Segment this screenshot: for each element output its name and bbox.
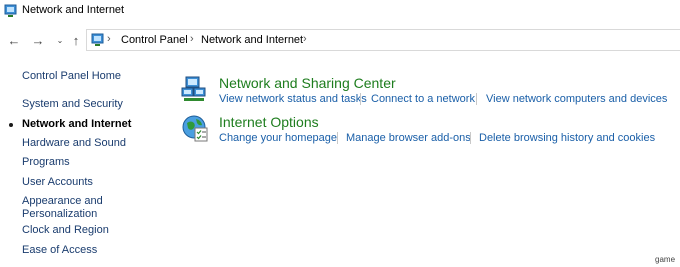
category-title-network-and-sharing-center[interactable]: Network and Sharing Center (219, 75, 396, 91)
back-button[interactable]: ← (6, 32, 22, 48)
link-change-your-homepage[interactable]: Change your homepage (219, 132, 337, 144)
sidebar-item-appearance-line1[interactable]: Appearance and (22, 195, 103, 208)
link-separator (360, 93, 361, 105)
link-separator (337, 132, 338, 144)
sidebar-item-programs[interactable]: Programs (22, 156, 70, 169)
recent-locations-button[interactable]: ⌄ (52, 32, 68, 48)
sidebar-item-hardware-and-sound[interactable]: Hardware and Sound (22, 137, 126, 150)
link-view-network-status[interactable]: View network status and tasks (219, 93, 367, 105)
breadcrumb-chevron-icon[interactable]: › (303, 33, 307, 45)
link-delete-browsing-history[interactable]: Delete browsing history and cookies (479, 132, 655, 144)
breadcrumb-control-panel[interactable]: Control Panel (121, 34, 188, 46)
sidebar-item-network-and-internet: Network and Internet (22, 118, 132, 130)
window-title: Network and Internet (22, 4, 125, 16)
sidebar: Control Panel Home System and Security N… (0, 66, 170, 266)
arrow-up-icon: ↑ (72, 32, 80, 48)
chevron-down-icon: ⌄ (56, 35, 64, 45)
sidebar-item-appearance-line2[interactable]: Personalization (22, 208, 97, 221)
sidebar-item-control-panel-home[interactable]: Control Panel Home (22, 70, 121, 83)
sidebar-item-clock-and-region[interactable]: Clock and Region (22, 224, 109, 237)
internet-options-icon[interactable] (181, 114, 211, 144)
breadcrumb-chevron-icon[interactable]: › (107, 33, 111, 45)
sidebar-item-system-and-security[interactable]: System and Security (22, 98, 123, 111)
link-connect-to-a-network[interactable]: Connect to a network (371, 93, 475, 105)
link-manage-browser-add-ons[interactable]: Manage browser add-ons (346, 132, 471, 144)
navigation-row: ← → ⌄ ↑ › Control Panel › Network and In… (0, 28, 680, 52)
link-view-network-computers[interactable]: View network computers and devices (486, 93, 667, 105)
up-button[interactable]: ↑ (68, 32, 84, 48)
watermark-text: game (655, 255, 676, 264)
address-bar[interactable]: › Control Panel › Network and Internet › (86, 29, 680, 51)
arrow-left-icon: ← (7, 32, 21, 48)
link-separator (476, 93, 477, 105)
sidebar-item-user-accounts[interactable]: User Accounts (22, 176, 93, 189)
breadcrumb-network-and-internet[interactable]: Network and Internet (201, 34, 303, 46)
control-panel-icon (91, 33, 104, 46)
breadcrumb-chevron-icon[interactable]: › (190, 33, 194, 45)
active-bullet-icon (9, 123, 13, 127)
arrow-right-icon: → (31, 32, 45, 48)
sidebar-item-ease-of-access[interactable]: Ease of Access (22, 244, 97, 257)
title-bar: Network and Internet (0, 0, 680, 22)
network-control-panel-icon (4, 4, 17, 17)
forward-button[interactable]: → (30, 32, 46, 48)
link-separator (470, 132, 471, 144)
network-icon[interactable] (180, 74, 210, 104)
category-title-internet-options[interactable]: Internet Options (219, 114, 319, 130)
